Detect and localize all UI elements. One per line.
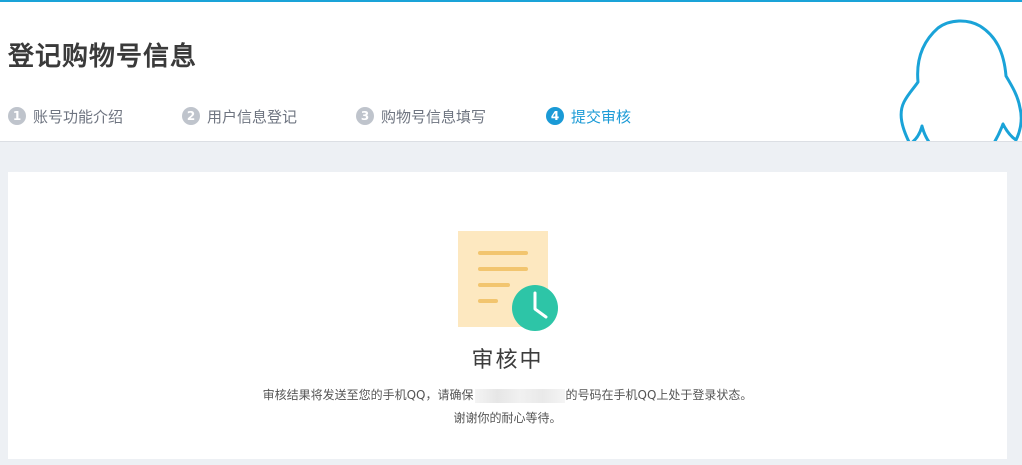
document-icon [458,231,558,331]
step-number: 3 [356,107,374,125]
step-label: 提交审核 [571,107,632,126]
step-label: 账号功能介绍 [33,107,124,126]
notice-text-before: 审核结果将发送至您的手机QQ，请确保 [262,388,474,402]
step-submit-review[interactable]: 4 提交审核 [546,105,631,127]
review-notice: 审核结果将发送至您的手机QQ，请确保 的号码在手机QQ上处于登录状态。 [8,386,1007,403]
step-account-intro[interactable]: 1 账号功能介绍 [8,105,123,127]
page-header: 登记购物号信息 1 账号功能介绍 2 用户信息登记 3 购物号信息填写 4 提交… [0,2,1022,142]
review-status-title: 审核中 [471,348,544,373]
step-label: 用户信息登记 [207,107,298,126]
notice-text-after: 的号码在手机QQ上处于登录状态。 [565,388,753,402]
step-label: 购物号信息填写 [381,107,487,126]
review-status-panel: 审核中 审核结果将发送至您的手机QQ，请确保 的号码在手机QQ上处于登录状态。 谢… [8,172,1007,459]
step-shop-info[interactable]: 3 购物号信息填写 [356,105,486,127]
step-number: 2 [182,107,200,125]
thanks-message: 谢谢你的耐心等待。 [453,411,562,425]
clock-icon [512,285,558,331]
redacted-phone-number [474,388,565,403]
qq-penguin-icon [899,19,1022,141]
step-user-info[interactable]: 2 用户信息登记 [182,105,297,127]
step-number: 4 [546,107,564,125]
page-title: 登记购物号信息 [8,42,198,72]
step-number: 1 [8,107,26,125]
step-indicator: 1 账号功能介绍 2 用户信息登记 3 购物号信息填写 4 提交审核 [8,105,708,127]
